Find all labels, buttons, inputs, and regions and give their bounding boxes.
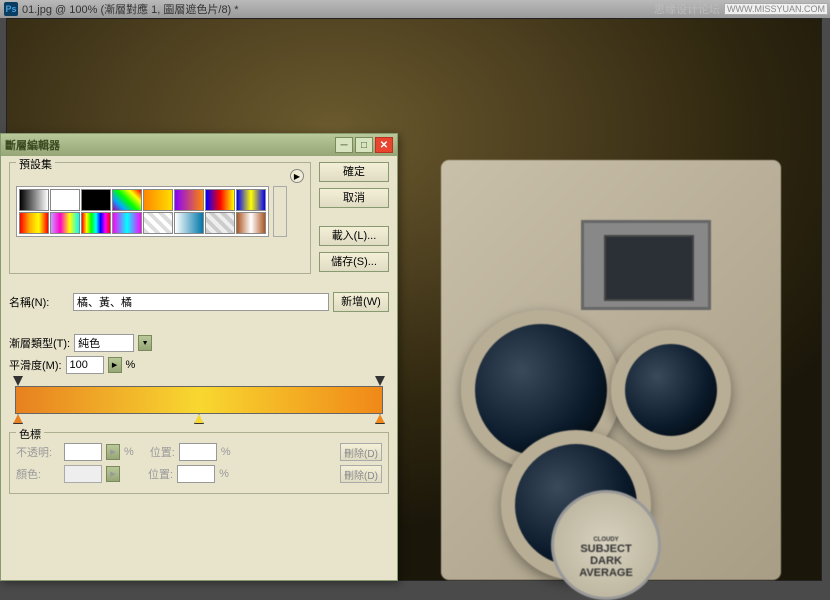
stops-fieldset: 色標 不透明: ▶ % 位置: % 刪除(D) 顏色: ▶ 位置: % 刪除(D… xyxy=(9,432,389,494)
presets-fieldset: 預設集 ▶ xyxy=(9,162,311,274)
photoshop-icon: Ps xyxy=(4,2,18,16)
document-title: 01.jpg @ 100% (漸層對應 1, 圖層遮色片/8) * xyxy=(22,1,239,17)
watermark: 思缘设计论坛 WWW.MISSYUAN.COM xyxy=(654,1,828,17)
opacity-stop[interactable] xyxy=(375,376,385,386)
chevron-down-icon[interactable]: ▼ xyxy=(138,335,152,351)
opacity-stop[interactable] xyxy=(13,376,23,386)
load-button[interactable]: 載入(L)... xyxy=(319,226,389,246)
preset-swatch[interactable] xyxy=(174,212,204,234)
preset-swatch[interactable] xyxy=(236,212,266,234)
color-label: 顏色: xyxy=(16,466,60,482)
preset-swatch[interactable] xyxy=(50,212,80,234)
position-input xyxy=(179,443,217,461)
chevron-icon: ▶ xyxy=(106,466,120,482)
camera-lens xyxy=(611,330,731,450)
preset-swatch[interactable] xyxy=(205,212,235,234)
smoothness-stepper[interactable]: ▶ xyxy=(108,357,122,373)
dialog-titlebar[interactable]: 斷層編輯器 ─ □ ✕ xyxy=(1,134,397,156)
color-swatch xyxy=(64,465,102,483)
color-position-input xyxy=(177,465,215,483)
preset-swatch[interactable] xyxy=(174,189,204,211)
preset-swatch[interactable] xyxy=(81,212,111,234)
gradient-bar[interactable] xyxy=(15,386,383,414)
camera-dial: CLOUDY SUBJECT DARK AVERAGE xyxy=(551,490,661,600)
color-stop[interactable] xyxy=(194,414,204,424)
delete-color-button: 刪除(D) xyxy=(340,465,382,483)
close-button[interactable]: ✕ xyxy=(375,137,393,153)
presets-label: 預設集 xyxy=(16,156,55,172)
dialog-title: 斷層編輯器 xyxy=(5,137,333,153)
presets-menu-button[interactable]: ▶ xyxy=(290,169,304,183)
preset-swatch[interactable] xyxy=(19,189,49,211)
chevron-icon: ▶ xyxy=(106,444,120,460)
position-label: 位置: xyxy=(150,444,175,460)
preset-swatch[interactable] xyxy=(81,189,111,211)
color-stop[interactable] xyxy=(13,414,23,424)
preset-swatch[interactable] xyxy=(143,212,173,234)
position-label: 位置: xyxy=(148,466,173,482)
camera-body: CLOUDY SUBJECT DARK AVERAGE xyxy=(441,160,781,580)
watermark-text: 思缘设计论坛 xyxy=(654,1,720,17)
preset-swatch[interactable] xyxy=(112,189,142,211)
save-button[interactable]: 儲存(S)... xyxy=(319,252,389,272)
opacity-label: 不透明: xyxy=(16,444,60,460)
gradient-editor-dialog: 斷層編輯器 ─ □ ✕ 預設集 ▶ 確定 取消 載入(L)... 儲存(S xyxy=(0,133,398,581)
watermark-badge: WWW.MISSYUAN.COM xyxy=(724,3,828,15)
preset-swatch[interactable] xyxy=(112,212,142,234)
ok-button[interactable]: 確定 xyxy=(319,162,389,182)
new-button[interactable]: 新增(W) xyxy=(333,292,389,312)
minimize-button[interactable]: ─ xyxy=(335,137,353,153)
preset-swatch[interactable] xyxy=(143,189,173,211)
stops-label: 色標 xyxy=(16,426,44,442)
presets-scrollbar[interactable] xyxy=(273,186,287,237)
preset-swatch[interactable] xyxy=(19,212,49,234)
viewfinder xyxy=(581,220,711,310)
opacity-input xyxy=(64,443,102,461)
maximize-button[interactable]: □ xyxy=(355,137,373,153)
color-stop[interactable] xyxy=(375,414,385,424)
preset-swatch[interactable] xyxy=(50,189,80,211)
delete-opacity-button: 刪除(D) xyxy=(340,443,382,461)
gradient-bar-editor[interactable] xyxy=(9,386,389,414)
preset-swatch[interactable] xyxy=(236,189,266,211)
name-input[interactable] xyxy=(73,293,329,311)
gradient-type-label: 漸層類型(T): xyxy=(9,335,70,351)
preset-swatch[interactable] xyxy=(205,189,235,211)
smoothness-label: 平滑度(M): xyxy=(9,357,62,373)
preset-grid xyxy=(16,186,269,237)
cancel-button[interactable]: 取消 xyxy=(319,188,389,208)
percent-label: % xyxy=(126,359,136,371)
name-label: 名稱(N): xyxy=(9,294,69,310)
gradient-type-dropdown[interactable]: 純色 xyxy=(74,334,134,352)
smoothness-input[interactable] xyxy=(66,356,104,374)
